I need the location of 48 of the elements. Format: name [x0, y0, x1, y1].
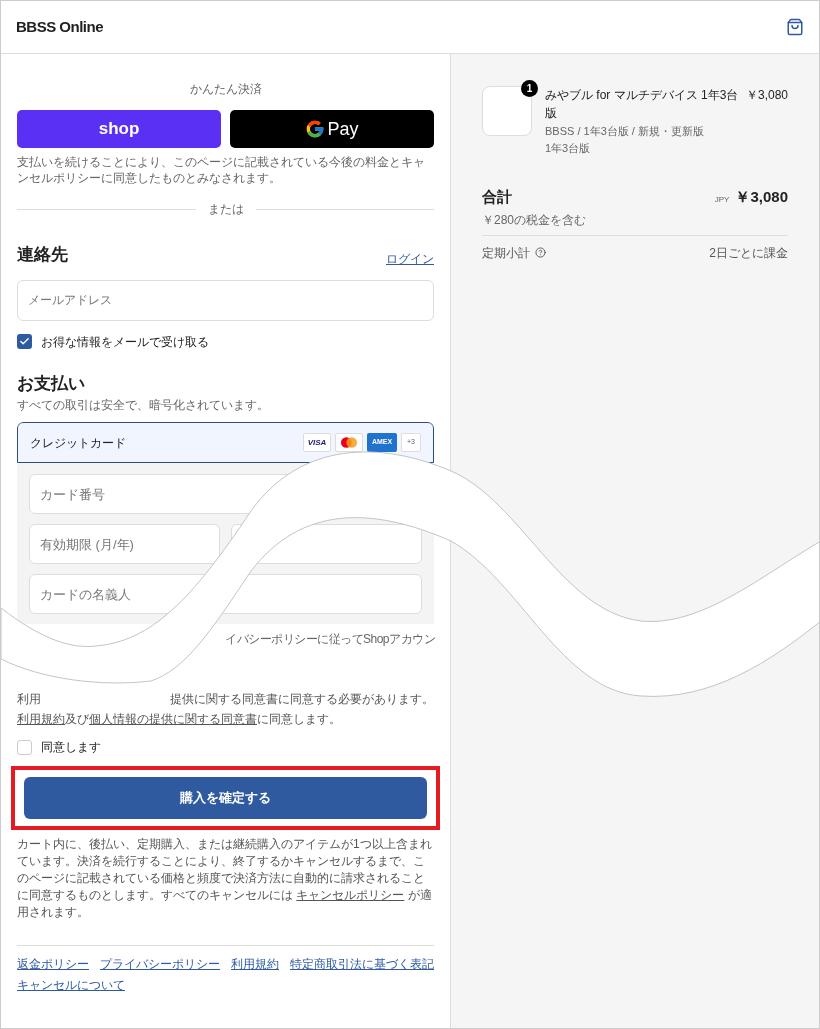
footer-link[interactable]: キャンセルについて — [17, 977, 125, 994]
footer-link[interactable]: 返金ポリシー — [17, 956, 89, 973]
quantity-badge: 1 — [521, 80, 538, 97]
footer-link[interactable]: プライバシーポリシー — [100, 956, 220, 973]
store-name: BBSS Online — [16, 16, 103, 37]
recurring-subtotal-label: 定期小計 — [482, 244, 530, 262]
product-variant: BBSS / 1年3台版 / 新規・更新版 — [545, 124, 705, 139]
express-disclaimer: 支払いを続けることにより、このページに記載されている今後の料金とキャンセルポリシーに同意したものとみなされます。 — [17, 154, 426, 186]
check-icon — [19, 336, 30, 347]
login-link[interactable]: ログイン — [386, 249, 434, 268]
divider-label: または — [207, 201, 244, 218]
newsletter-label: お得な情報をメールで受け取る — [41, 333, 209, 351]
express-checkout-title: かんたん決済 — [188, 81, 263, 98]
terms-link[interactable]: 利用規約 — [17, 712, 65, 726]
recurring-billing-value: 2日ごとに課金 — [709, 244, 788, 262]
shop-pay-button[interactable]: shop — [17, 110, 221, 148]
confirm-purchase-button[interactable]: 購入を確定する — [24, 777, 427, 819]
overlapping-circles-logo-icon — [335, 433, 363, 452]
help-icon[interactable] — [535, 247, 546, 258]
product-price: ￥3,080 — [745, 87, 788, 104]
footer-link[interactable]: 利用規約 — [231, 956, 279, 973]
contact-heading: 連絡先 — [17, 244, 68, 266]
tax-note: ￥280の税金を含む — [482, 211, 588, 229]
terms-agreement-text: 利用規約及び個人情報の提供に関する同意書に同意します。 — [17, 711, 342, 728]
google-pay-button[interactable]: Pay — [230, 110, 434, 148]
payment-subtitle: すべての取引は安全で、暗号化されています。 — [17, 397, 270, 414]
checkbox[interactable] — [17, 739, 32, 755]
cancellation-policy-link[interactable]: キャンセルポリシー — [296, 888, 405, 902]
shop-account-text-fragment: イバシーポリシーに従ってShopアカウン — [224, 631, 434, 648]
text-input-field[interactable]: 有効期限 (月/年) — [29, 524, 220, 564]
product-image-placeholder — [482, 86, 532, 136]
checkbox[interactable] — [17, 334, 32, 349]
google-logo-icon — [305, 119, 326, 139]
email-input-field[interactable]: メールアドレス — [17, 279, 434, 321]
terms-text-fragment: 利用 — [17, 691, 41, 708]
payment-heading: お支払い — [17, 372, 86, 395]
subscription-notice: カート内に、後払い、定期購入、または継続購入のアイテムが1つ以上含まれています。決済を続行することにより、終了するかキャンセルするまで、このページに記載されている価格と頻度で決済方法に自動的に請求されることに同意するものとします。すべてのキャンセルには キャンセルポリシー が適用されます。 — [17, 836, 433, 921]
product-title: みやブル for マルチデバイス 1年3台版 — [545, 87, 740, 122]
terms-link[interactable]: 個人情報の提供に関する同意書 — [89, 712, 257, 726]
footer-link[interactable]: 特定商取引法に基づく表記 — [290, 956, 434, 973]
shopping-bag-icon[interactable] — [786, 18, 804, 36]
terms-text-fragment: 提供に関する同意書に同意する必要があります。 — [170, 691, 434, 708]
card-brand-logo: VISA — [303, 433, 331, 452]
currency-code: JPY — [714, 194, 730, 206]
total-amount: ￥3,080 — [735, 187, 788, 207]
product-plan: 1年3台版 — [545, 140, 592, 156]
total-label: 合計 — [482, 187, 512, 207]
agree-label: 同意します — [41, 739, 101, 756]
